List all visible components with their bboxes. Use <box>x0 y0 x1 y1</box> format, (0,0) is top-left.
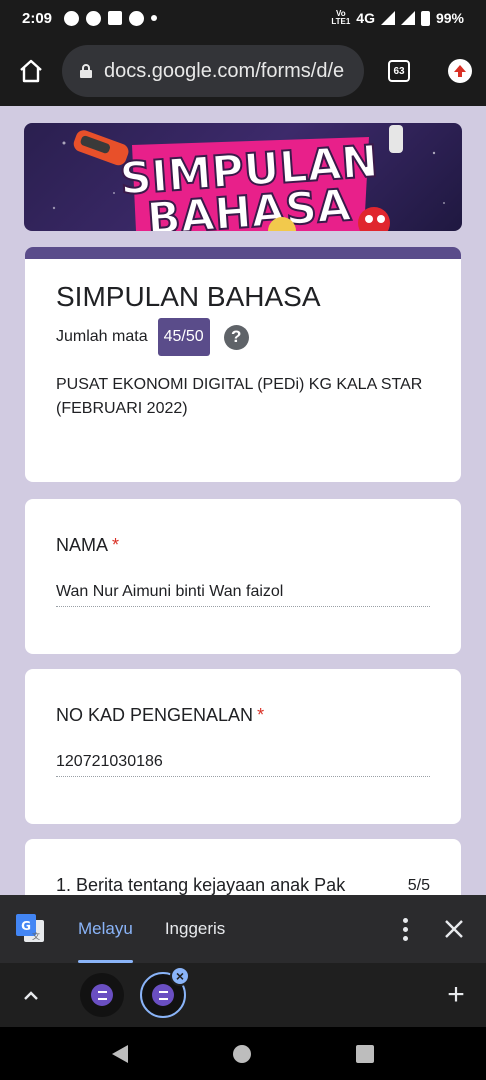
update-icon <box>448 59 472 83</box>
header-banner: SIMPULAN BAHASA <box>24 123 462 231</box>
network-type: 4G <box>356 10 375 26</box>
new-tab-button[interactable]: + <box>426 963 486 1027</box>
answer-field[interactable]: 120721030186 <box>56 753 430 777</box>
close-icon <box>445 920 463 938</box>
url-text: docs.google.com/forms/d/e <box>104 59 345 82</box>
speed-icon <box>86 10 102 26</box>
update-button[interactable] <box>434 36 486 106</box>
score-badge: 45/50 <box>157 318 210 356</box>
tab-inggeris[interactable]: Inggeris <box>165 895 225 963</box>
chevron-up-icon <box>24 991 38 1000</box>
address-bar[interactable]: docs.google.com/forms/d/e <box>62 45 364 97</box>
google-translate-icon: G 文 <box>16 914 46 944</box>
back-icon[interactable] <box>112 1044 129 1063</box>
more-options-button[interactable] <box>388 895 422 963</box>
tab-thumbnail-active[interactable]: × <box>140 966 190 1018</box>
tab-count: 63 <box>388 60 410 82</box>
home-icon <box>20 59 42 83</box>
score-row: Jumlah mata 45/50 ? <box>56 318 249 356</box>
battery-icon <box>420 10 430 26</box>
close-translate-button[interactable] <box>422 895 486 963</box>
tab-melayu[interactable]: Melayu <box>78 895 133 963</box>
banner-illustration: SIMPULAN BAHASA <box>52 125 445 231</box>
notification-icons <box>64 10 158 26</box>
more-notifications-icon <box>151 15 158 21</box>
question-card-nama: NAMA * Wan Nur Aimuni binti Wan faizol <box>25 499 461 654</box>
question-title: NAMA <box>56 535 109 555</box>
question-label: NAMA * <box>56 535 119 556</box>
more-vert-icon <box>402 917 408 923</box>
required-mark: * <box>257 705 265 725</box>
form-description: PUSAT EKONOMI DIGITAL (PEDi) KG KALA STA… <box>56 373 426 421</box>
speed-icon-2 <box>129 10 145 26</box>
question-card-ic: NO KAD PENGENALAN * 120721030186 <box>25 669 461 824</box>
form-header-card: SIMPULAN BAHASA Jumlah mata 45/50 ? PUSA… <box>25 247 461 482</box>
messenger-icon <box>64 10 80 26</box>
signal-icon <box>380 11 395 25</box>
browser-toolbar: docs.google.com/forms/d/e 63 <box>0 36 486 106</box>
question-title: NO KAD PENGENALAN <box>56 705 254 725</box>
home-button[interactable] <box>0 36 62 106</box>
description-line: PUSAT EKONOMI DIGITAL (PEDi) KG KALA STA… <box>56 376 423 393</box>
home-nav-icon[interactable] <box>232 1044 251 1063</box>
question-title: 1. Berita tentang kejayaan anak Pak <box>56 875 346 895</box>
tab-switcher-button[interactable]: 63 <box>364 36 434 106</box>
card-accent-bar <box>25 247 461 259</box>
help-icon[interactable]: ? <box>223 324 249 350</box>
svg-text:G: G <box>21 919 31 933</box>
lock-icon <box>80 64 92 78</box>
question-label: NO KAD PENGENALAN * <box>56 705 264 726</box>
volte-icon: Vo LTE1 <box>331 9 351 26</box>
form-title: SIMPULAN BAHASA <box>56 281 321 312</box>
answer-field[interactable]: Wan Nur Aimuni binti Wan faizol <box>56 583 430 607</box>
facebook-icon <box>108 11 123 25</box>
question-score: 5/5 <box>407 877 430 894</box>
battery-percent: 99% <box>435 10 464 26</box>
tab-group-strip: × + <box>0 963 486 1027</box>
signal-icon-2 <box>400 11 415 25</box>
status-time: 2:09 <box>22 9 53 27</box>
google-forms-icon <box>91 984 113 1006</box>
recents-icon[interactable] <box>355 1044 374 1063</box>
system-icons: Vo LTE1 4G 99% <box>331 9 464 27</box>
status-bar: 2:09 Vo LTE1 4G 99% <box>0 0 486 36</box>
required-mark: * <box>112 535 120 555</box>
description-line: (FEBRUARI 2022) <box>56 400 188 417</box>
svg-text:文: 文 <box>32 931 40 941</box>
google-forms-icon <box>152 984 174 1006</box>
system-nav-bar <box>0 1027 486 1080</box>
tab-thumbnail[interactable] <box>80 973 124 1017</box>
score-label: Jumlah mata <box>56 328 148 345</box>
close-tab-icon[interactable]: × <box>170 966 190 986</box>
translate-bar: G 文 Melayu Inggeris <box>0 895 486 963</box>
expand-tabs-button[interactable] <box>0 963 62 1027</box>
